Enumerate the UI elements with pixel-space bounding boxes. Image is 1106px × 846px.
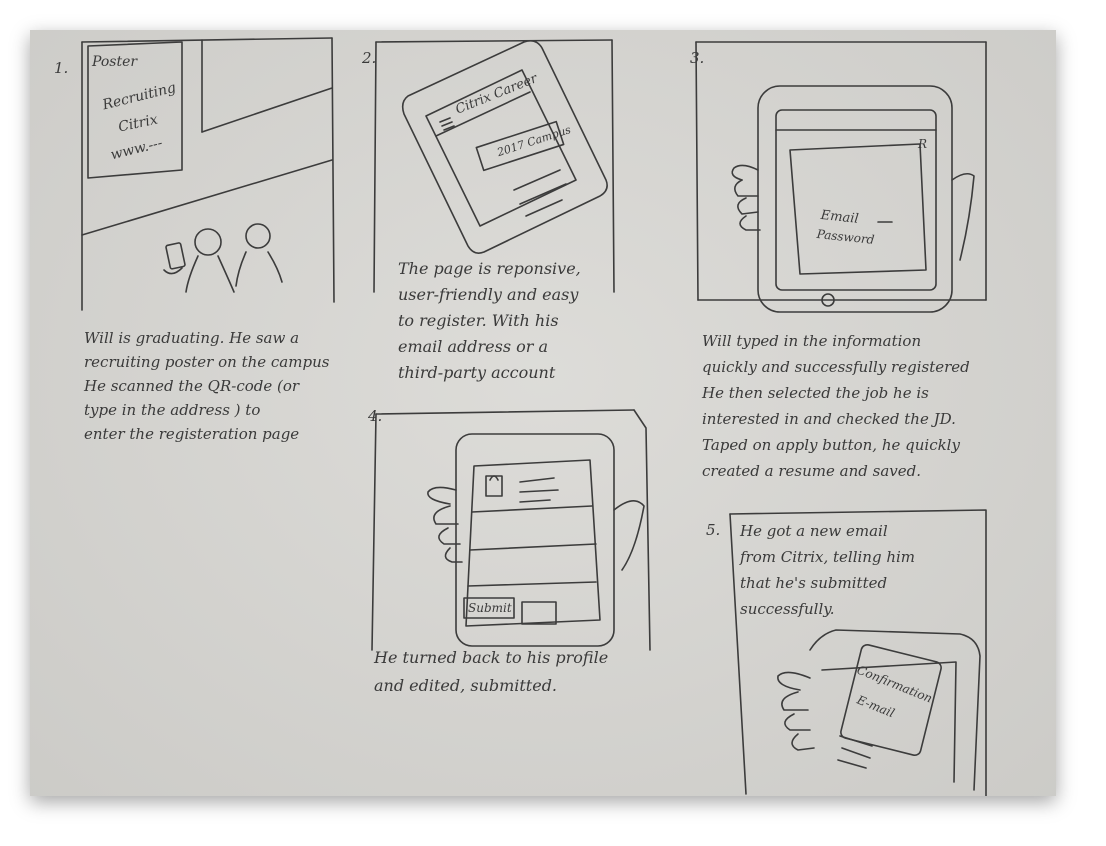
caption-line: to register. With his: [398, 311, 559, 330]
panel-2-drawing: [373, 39, 615, 293]
caption-line: Will typed in the information: [702, 332, 922, 350]
caption-line: user-friendly and easy: [398, 285, 579, 304]
panel-4-number: 4.: [368, 407, 383, 425]
storyboard-paper: 1. 2. 3. 4. 5. Poster Recruiting Citrix …: [30, 30, 1056, 796]
caption-line: and edited, submitted.: [374, 676, 558, 695]
panel-3-caption: Will typed in the information quickly an…: [702, 328, 970, 484]
panel-3-drawing: [695, 41, 987, 313]
caption-line: He got a new email: [740, 522, 888, 540]
panel-4-submit-label: Submit: [468, 601, 512, 615]
panel-5-caption: He got a new email from Citrix, telling …: [740, 518, 915, 622]
caption-line: from Citrix, telling him: [740, 548, 916, 566]
panel-2-caption: The page is reponsive, user-friendly and…: [398, 256, 581, 386]
caption-line: recruiting poster on the campus: [84, 353, 330, 371]
caption-line: successfully.: [740, 600, 835, 618]
caption-line: type in the address ) to: [84, 401, 261, 419]
panel-1-drawing: [81, 37, 335, 311]
caption-line: quickly and successfully registered: [702, 358, 970, 376]
panel-1-caption: Will is graduating. He saw a recruiting …: [84, 326, 329, 446]
caption-line: The page is reponsive,: [398, 259, 581, 278]
caption-line: that he's submitted: [740, 574, 888, 592]
panel-4-caption: He turned back to his profile and edited…: [374, 644, 608, 700]
caption-line: He then selected the job he is: [702, 384, 929, 402]
panel-2-number: 2.: [362, 49, 377, 67]
caption-line: interested in and checked the JD.: [702, 410, 956, 428]
caption-line: email address or a: [398, 337, 549, 356]
panel-3-r-label: R: [918, 137, 928, 151]
caption-line: He turned back to his profile: [374, 648, 609, 667]
panel-5-number: 5.: [706, 521, 721, 539]
caption-line: enter the registeration page: [84, 425, 300, 443]
panel-3-number: 3.: [690, 49, 705, 67]
caption-line: Taped on apply button, he quickly: [702, 436, 960, 454]
panel-1-poster-label: Poster: [92, 54, 138, 70]
caption-line: created a resume and saved.: [702, 462, 921, 480]
caption-line: third-party account: [398, 363, 556, 382]
caption-line: He scanned the QR-code (or: [84, 377, 300, 395]
panel-1-number: 1.: [54, 59, 69, 77]
caption-line: Will is graduating. He saw a: [84, 329, 300, 347]
